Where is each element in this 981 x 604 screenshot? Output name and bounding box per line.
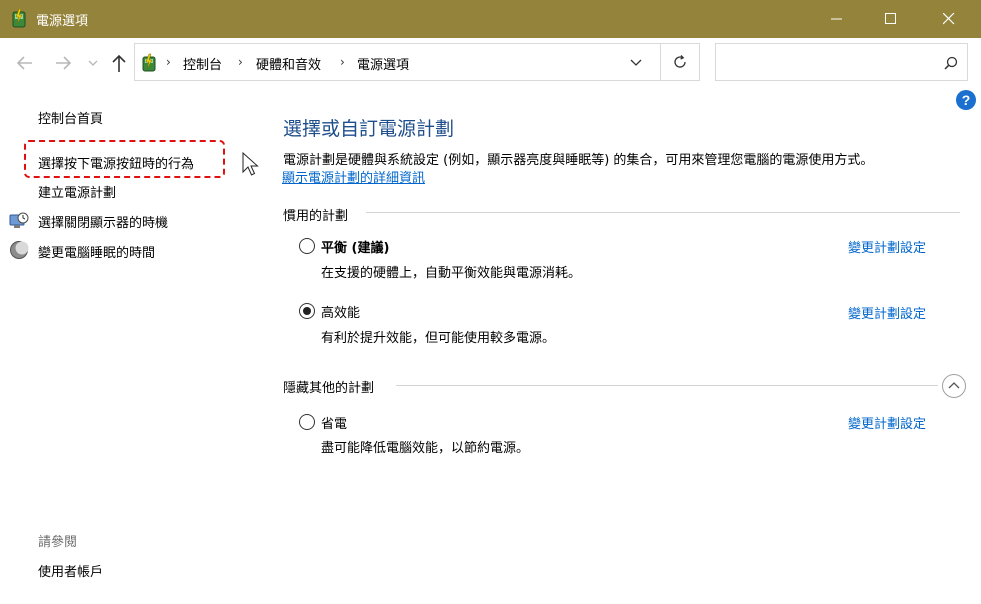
monitor-clock-icon <box>9 210 29 230</box>
maximize-button[interactable] <box>864 0 918 38</box>
breadcrumb-hardware-sound[interactable]: 硬體和音效 <box>256 54 321 73</box>
sidebar-item-display-off[interactable]: 選擇關閉顯示器的時機 <box>38 212 168 231</box>
maximize-icon <box>885 13 896 24</box>
minimize-button[interactable] <box>810 0 864 38</box>
chevron-down-icon <box>630 59 642 66</box>
plan-high-performance-radio[interactable] <box>299 303 315 319</box>
chevron-down-icon <box>88 60 98 66</box>
breadcrumb-separator: › <box>238 55 243 69</box>
plan-high-performance-name[interactable]: 高效能 <box>321 302 360 321</box>
collapse-hidden-plans-button[interactable] <box>942 374 966 398</box>
page-title: 選擇或自訂電源計劃 <box>283 118 455 140</box>
forward-button[interactable] <box>52 52 74 74</box>
radio-selected-dot <box>303 307 311 315</box>
plan-details-link[interactable]: 顯示電源計劃的詳細資訊 <box>282 167 425 186</box>
preferred-plans-label: 慣用的計劃 <box>283 209 349 224</box>
plan-power-saver-name[interactable]: 省電 <box>321 413 347 432</box>
plan-balanced-name[interactable]: 平衡 (建議) <box>321 237 389 256</box>
plan-high-performance-desc: 有利於提升效能，但可能使用較多電源。 <box>321 331 556 346</box>
group-divider <box>366 212 960 213</box>
breadcrumb-separator: › <box>340 55 345 69</box>
plan-power-saver-change-link[interactable]: 變更計劃設定 <box>848 413 926 432</box>
arrow-right-icon <box>56 56 72 70</box>
power-options-icon <box>10 8 28 29</box>
sidebar-link-user-accounts[interactable]: 使用者帳戶 <box>38 561 103 580</box>
refresh-button[interactable] <box>672 54 688 74</box>
breadcrumb-control-panel[interactable]: 控制台 <box>183 54 222 73</box>
arrow-left-icon <box>16 56 32 70</box>
plan-balanced-radio[interactable] <box>299 238 315 254</box>
refresh-icon <box>674 55 686 68</box>
page-description: 電源計劃是硬體與系統設定 (例如，顯示器亮度與睡眠等) 的集合，可用來管理您電腦… <box>283 153 874 168</box>
title-bar: 電源選項 <box>0 0 981 38</box>
address-bar[interactable]: › 控制台 › 硬體和音效 › 電源選項 <box>134 43 700 81</box>
search-input[interactable] <box>715 43 968 81</box>
sidebar-item-sleep-time[interactable]: 變更電腦睡眠的時間 <box>38 242 155 261</box>
sidebar-item-create-plan[interactable]: 建立電源計劃 <box>38 182 116 201</box>
mouse-cursor-icon <box>242 151 260 182</box>
plan-power-saver-radio[interactable] <box>299 414 315 430</box>
address-divider <box>660 44 661 80</box>
close-button[interactable] <box>922 0 976 38</box>
breadcrumb-power-options[interactable]: 電源選項 <box>357 54 409 73</box>
close-icon <box>943 13 955 25</box>
back-button[interactable] <box>14 52 36 74</box>
minimize-icon <box>831 18 842 20</box>
window-title: 電源選項 <box>36 14 89 29</box>
chevron-up-icon <box>948 382 960 389</box>
sidebar-item-power-button-action[interactable]: 選擇按下電源按鈕時的行為 <box>38 153 194 172</box>
hidden-plans-label: 隱藏其他的計劃 <box>283 381 375 396</box>
breadcrumb-separator: › <box>166 55 171 69</box>
group-divider <box>396 385 938 386</box>
recent-locations-button[interactable] <box>86 52 100 74</box>
plan-high-performance-change-link[interactable]: 變更計劃設定 <box>848 303 926 322</box>
plan-balanced-desc: 在支援的硬體上，自動平衡效能與電源消耗。 <box>321 266 582 281</box>
sidebar-control-panel-home[interactable]: 控制台首頁 <box>38 108 103 127</box>
search-icon <box>944 56 958 74</box>
up-button[interactable] <box>108 52 130 74</box>
power-options-icon <box>139 53 159 73</box>
plan-power-saver-desc: 盡可能降低電腦效能，以節約電源。 <box>321 441 530 456</box>
help-icon[interactable]: ? <box>956 90 976 110</box>
moon-icon <box>9 240 29 260</box>
see-also-label: 請參閱 <box>38 535 78 550</box>
plan-balanced-change-link[interactable]: 變更計劃設定 <box>848 237 926 256</box>
arrow-up-icon <box>112 54 126 72</box>
address-dropdown-button[interactable] <box>629 57 643 72</box>
